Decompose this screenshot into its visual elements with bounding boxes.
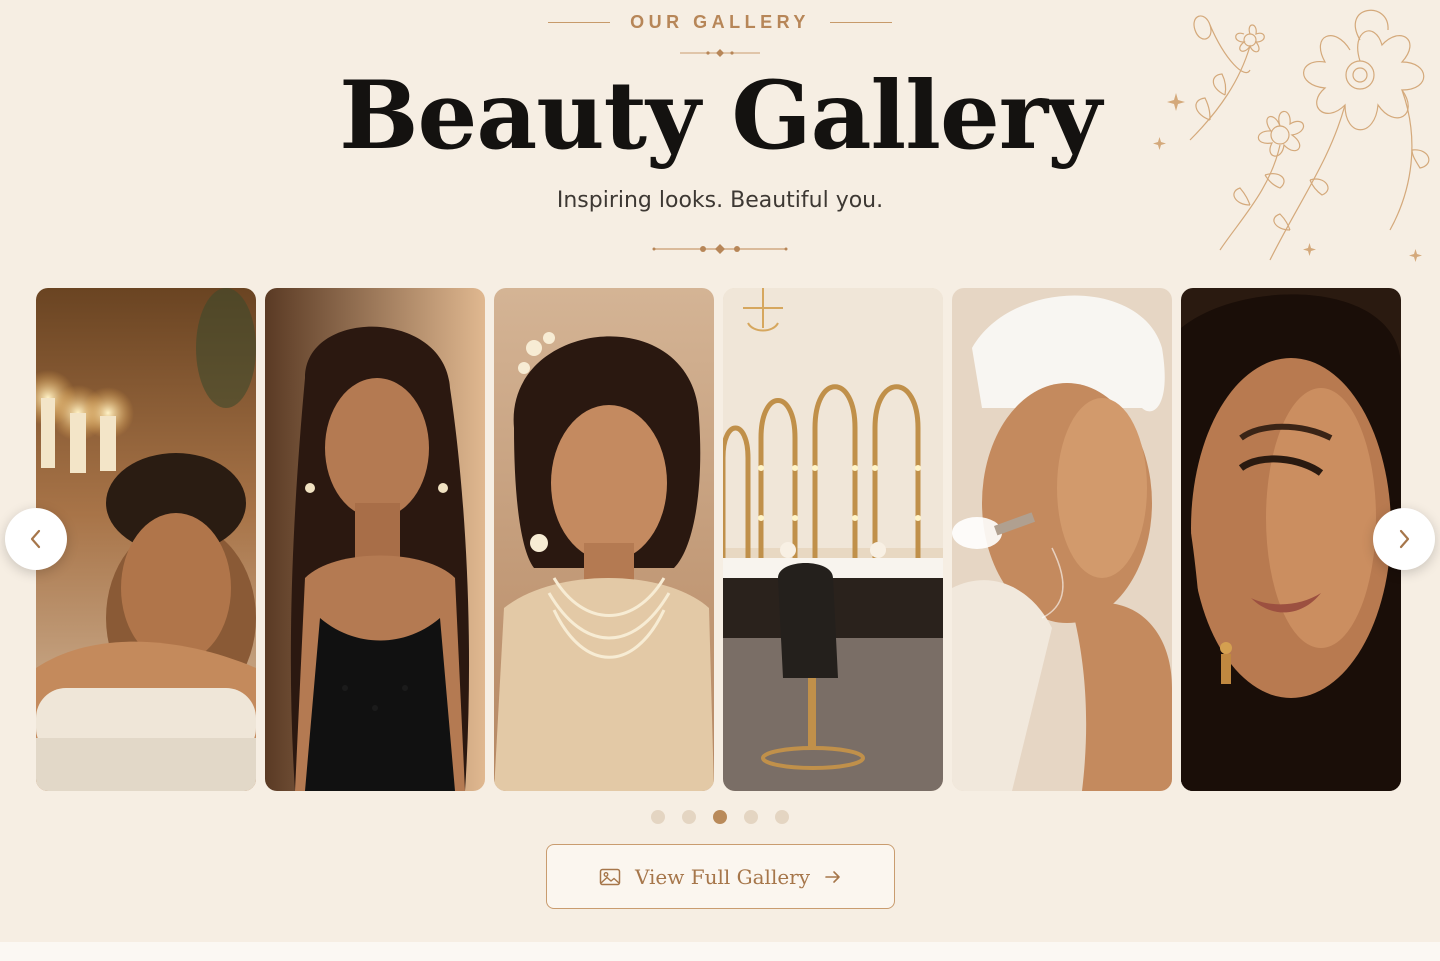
bridal-look-photo[interactable]	[494, 288, 714, 791]
evening-glam-photo[interactable]	[265, 288, 485, 791]
carousel-dot-4[interactable]	[744, 810, 758, 824]
carousel-prev-button[interactable]	[5, 508, 67, 570]
carousel-dot-3[interactable]	[713, 810, 727, 824]
eyebrow-line-right	[829, 22, 892, 23]
makeup-closeup-photo[interactable]	[1181, 288, 1401, 791]
chevron-right-icon	[1399, 529, 1410, 549]
section-eyebrow-row: OUR GALLERY	[0, 12, 1440, 33]
carousel-dot-5[interactable]	[775, 810, 789, 824]
section-subtitle: Inspiring looks. Beautiful you.	[556, 188, 884, 213]
chevron-left-icon	[30, 529, 41, 549]
carousel-pagination	[0, 810, 1440, 824]
carousel-next-button[interactable]	[1373, 508, 1435, 570]
gallery-carousel	[36, 288, 1404, 791]
view-full-gallery-label: View Full Gallery	[634, 864, 811, 889]
view-full-gallery-button[interactable]: View Full Gallery	[546, 844, 895, 909]
spa-massage-photo[interactable]	[36, 288, 256, 791]
arrow-right-icon	[825, 870, 840, 883]
ornament-divider-bottom	[652, 244, 788, 254]
section-eyebrow: OUR GALLERY	[630, 12, 810, 32]
image-icon	[599, 868, 621, 885]
carousel-dot-2[interactable]	[682, 810, 696, 824]
salon-interior-photo[interactable]	[723, 288, 943, 791]
facial-treatment-photo[interactable]	[952, 288, 1172, 791]
next-section-edge	[0, 942, 1440, 961]
page-title: Beauty Gallery	[339, 61, 1102, 171]
carousel-dot-1[interactable]	[651, 810, 665, 824]
eyebrow-line-left	[548, 22, 611, 23]
